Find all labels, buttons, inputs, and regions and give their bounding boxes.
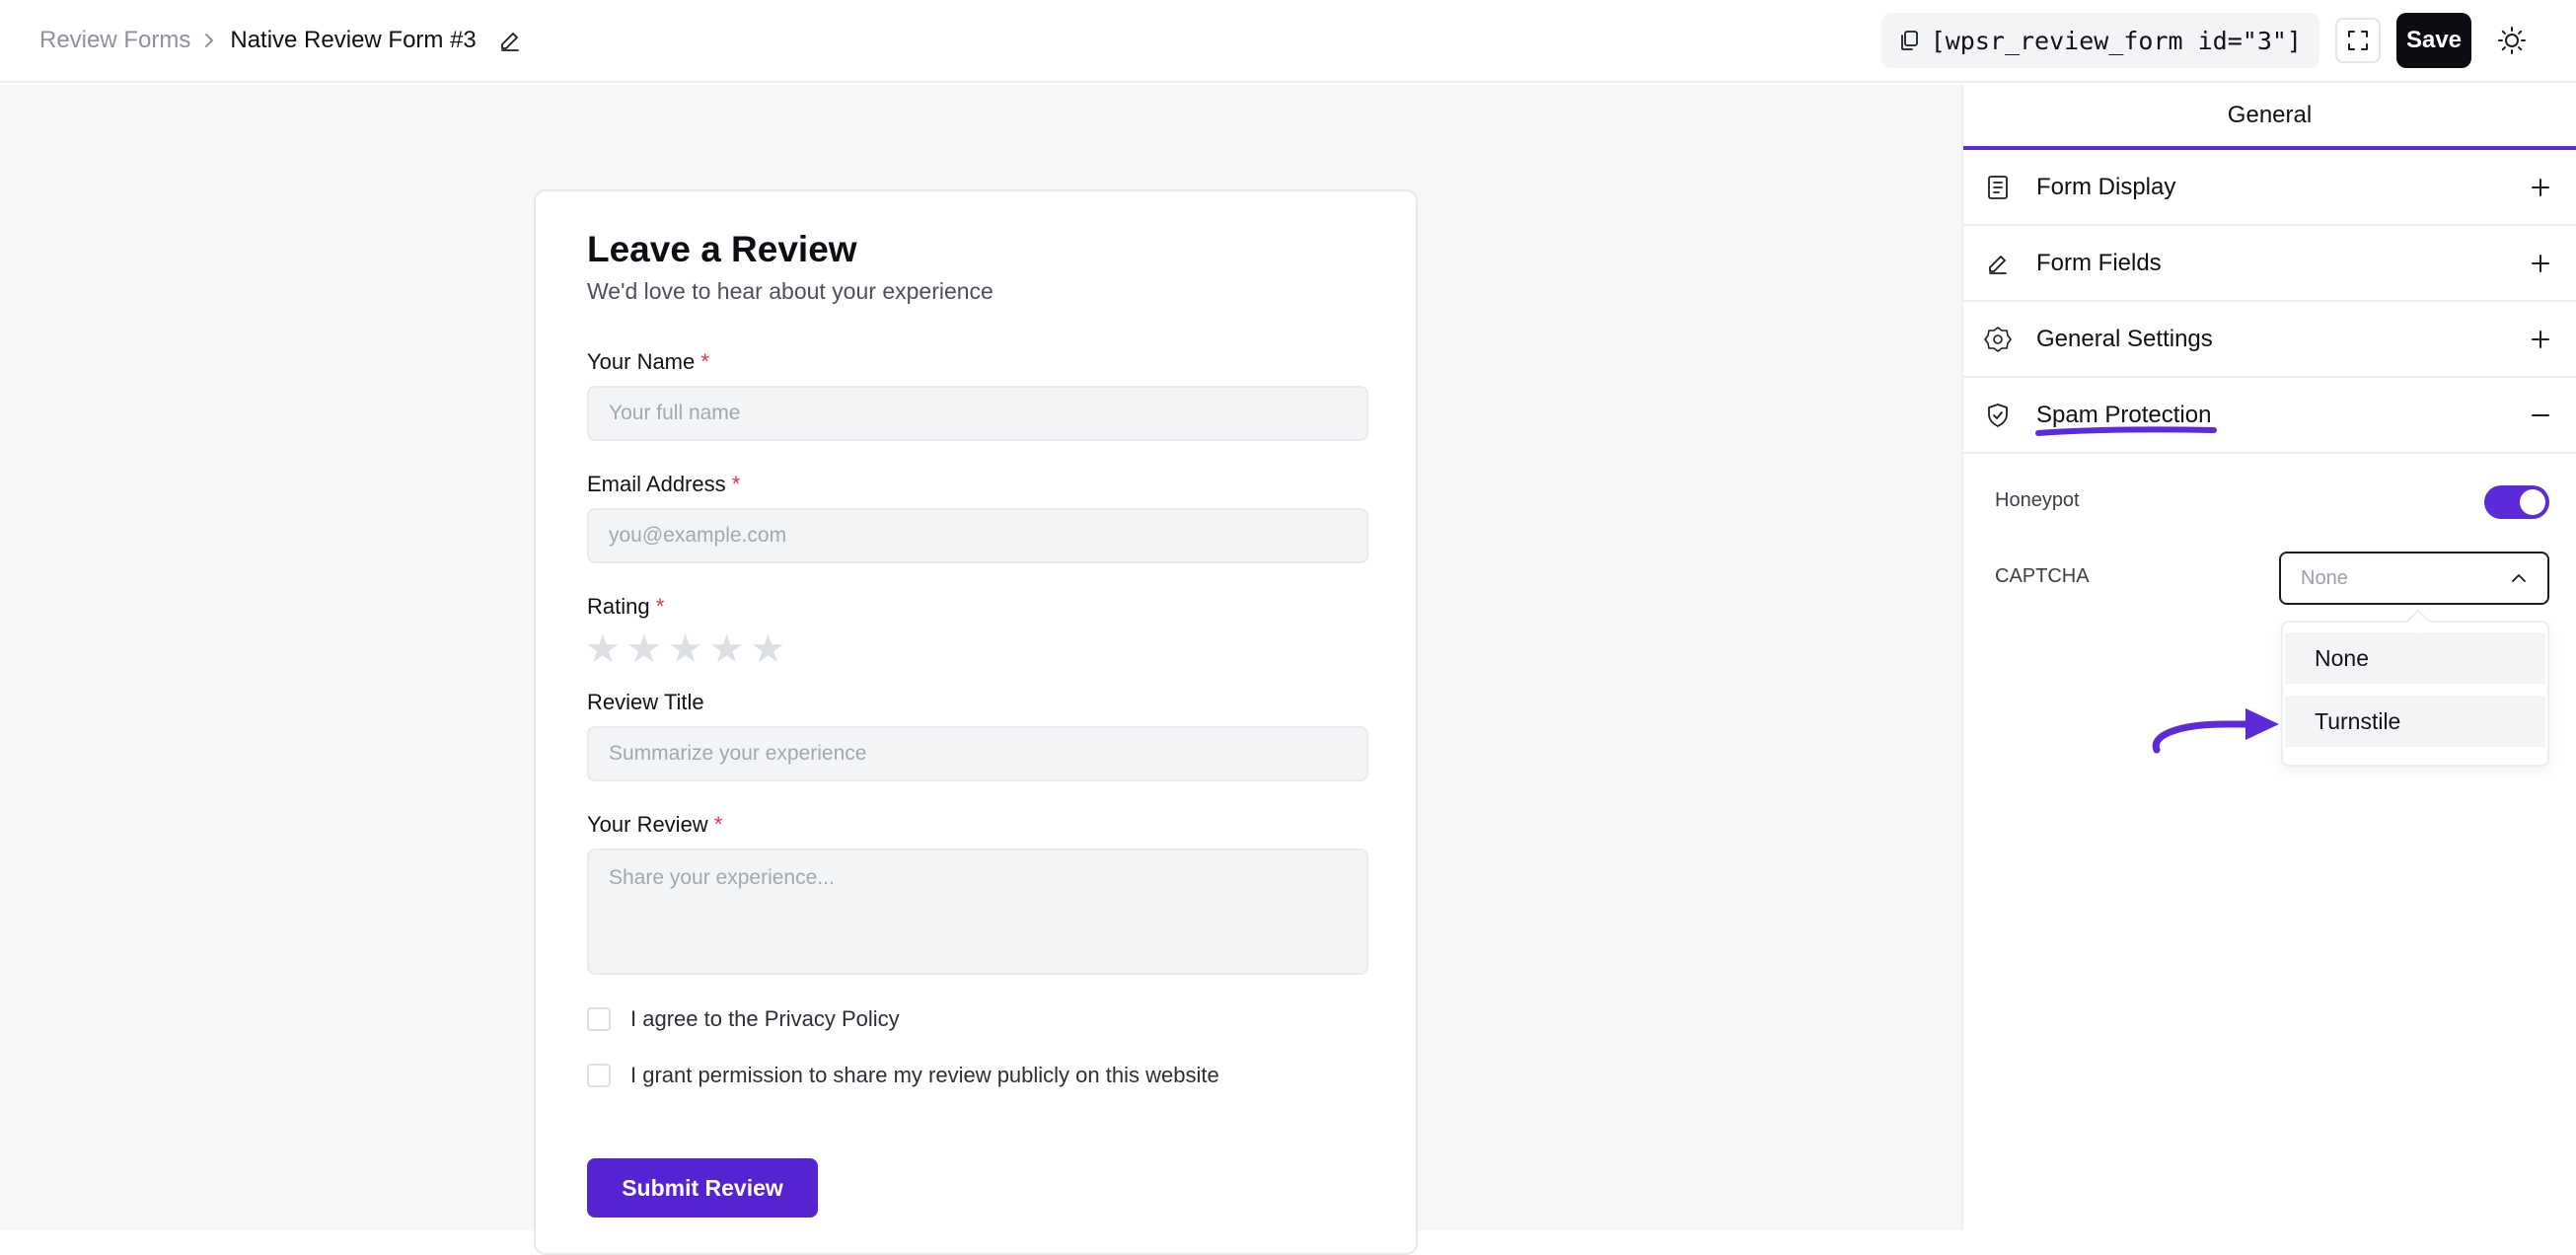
captcha-dropdown: None Turnstile [2281, 609, 2549, 767]
captcha-select[interactable]: None [2279, 552, 2549, 605]
breadcrumb-review-forms[interactable]: Review Forms [39, 27, 190, 54]
captcha-selected-value: None [2301, 566, 2348, 589]
save-button[interactable]: Save [2396, 13, 2471, 68]
review-title-label: Review Title [587, 690, 704, 714]
breadcrumb: Review Forms Native Review Form #3 [39, 27, 522, 54]
rating-star[interactable]: ★ [709, 629, 745, 669]
document-icon [1983, 173, 2013, 202]
plus-icon [2531, 178, 2550, 197]
permission-checkbox[interactable] [587, 1064, 611, 1087]
top-bar-actions: [wpsr_review_form id="3"] Save [1880, 13, 2537, 68]
plus-icon [2531, 330, 2550, 349]
top-bar: Review Forms Native Review Form #3 [wpsr… [0, 0, 2576, 83]
email-placeholder: you@example.com [609, 524, 787, 547]
settings-gear-icon [1983, 325, 2013, 354]
review-title-input[interactable]: Summarize your experience [587, 726, 1368, 781]
accordion-spam-protection-label: Spam Protection [2035, 402, 2217, 436]
rating-star[interactable]: ★ [668, 629, 703, 669]
sun-icon [2498, 27, 2526, 54]
name-placeholder: Your full name [609, 402, 741, 424]
permission-checkbox-row: I grant permission to share my review pu… [587, 1063, 1219, 1088]
accordion-form-fields[interactable]: Form Fields [1963, 226, 2576, 302]
rating-star[interactable]: ★ [585, 629, 621, 669]
form-subtitle: We'd love to hear about your experience [587, 278, 994, 304]
shortcode-text: [wpsr_review_form id="3"] [1930, 26, 2302, 55]
rating-star[interactable]: ★ [626, 629, 662, 669]
review-title-placeholder: Summarize your experience [609, 742, 867, 765]
name-input[interactable]: Your full name [587, 386, 1368, 441]
captcha-option-turnstile[interactable]: Turnstile [2285, 696, 2545, 747]
shortcode-copy-button[interactable]: [wpsr_review_form id="3"] [1880, 13, 2319, 68]
dropdown-notch [2405, 609, 2431, 634]
privacy-checkbox-row: I agree to the Privacy Policy [587, 1006, 900, 1032]
highlight-underline [2035, 425, 2217, 436]
email-input[interactable]: you@example.com [587, 508, 1368, 563]
permission-label: I grant permission to share my review pu… [630, 1063, 1219, 1087]
review-textarea[interactable]: Share your experience... [587, 849, 1368, 975]
pointer-arrow-icon [2152, 708, 2279, 754]
privacy-checkbox[interactable] [587, 1007, 611, 1031]
accordion-general-settings-label: General Settings [2036, 325, 2213, 352]
privacy-label: I agree to the Privacy Policy [630, 1006, 900, 1031]
edit-title-icon[interactable] [498, 29, 522, 52]
expand-icon [2348, 31, 2368, 50]
minus-icon [2531, 406, 2550, 425]
captcha-label: CAPTCHA [1995, 565, 2090, 587]
fullscreen-button[interactable] [2335, 18, 2381, 63]
accordion-spam-protection[interactable]: Spam Protection [1963, 378, 2576, 454]
honeypot-toggle[interactable] [2484, 485, 2549, 519]
pencil-icon [1983, 249, 2013, 278]
rating-star[interactable]: ★ [750, 629, 785, 669]
review-label: Your Review * [587, 812, 723, 837]
tab-general[interactable]: General [1963, 85, 2576, 150]
review-form-card: Leave a Review We'd love to hear about y… [534, 189, 1418, 1255]
submit-review-button[interactable]: Submit Review [587, 1158, 818, 1218]
chevron-right-icon [202, 32, 216, 49]
page-title: Native Review Form #3 [230, 27, 477, 53]
toggle-knob [2520, 489, 2545, 515]
plus-icon [2531, 254, 2550, 273]
accordion-form-display-label: Form Display [2036, 173, 2176, 200]
captcha-option-none[interactable]: None [2285, 632, 2545, 684]
preview-canvas: Leave a Review We'd love to hear about y… [0, 85, 1961, 1255]
rating-stars: ★ ★ ★ ★ ★ [585, 629, 791, 669]
review-placeholder: Share your experience... [609, 866, 835, 889]
settings-panel: General Form Display Form Fields General… [1961, 85, 2576, 1230]
accordion-form-display[interactable]: Form Display [1963, 150, 2576, 226]
email-label: Email Address * [587, 472, 741, 496]
theme-toggle-button[interactable] [2497, 26, 2527, 55]
chevron-up-icon [2510, 572, 2528, 584]
rating-label: Rating * [587, 594, 665, 619]
honeypot-label: Honeypot [1995, 489, 2080, 511]
accordion-general-settings[interactable]: General Settings [1963, 302, 2576, 378]
shield-check-icon [1983, 401, 2013, 430]
name-label: Your Name * [587, 349, 709, 374]
copy-icon [1897, 29, 1921, 52]
form-title: Leave a Review [587, 229, 857, 269]
accordion-form-fields-label: Form Fields [2036, 249, 2162, 276]
